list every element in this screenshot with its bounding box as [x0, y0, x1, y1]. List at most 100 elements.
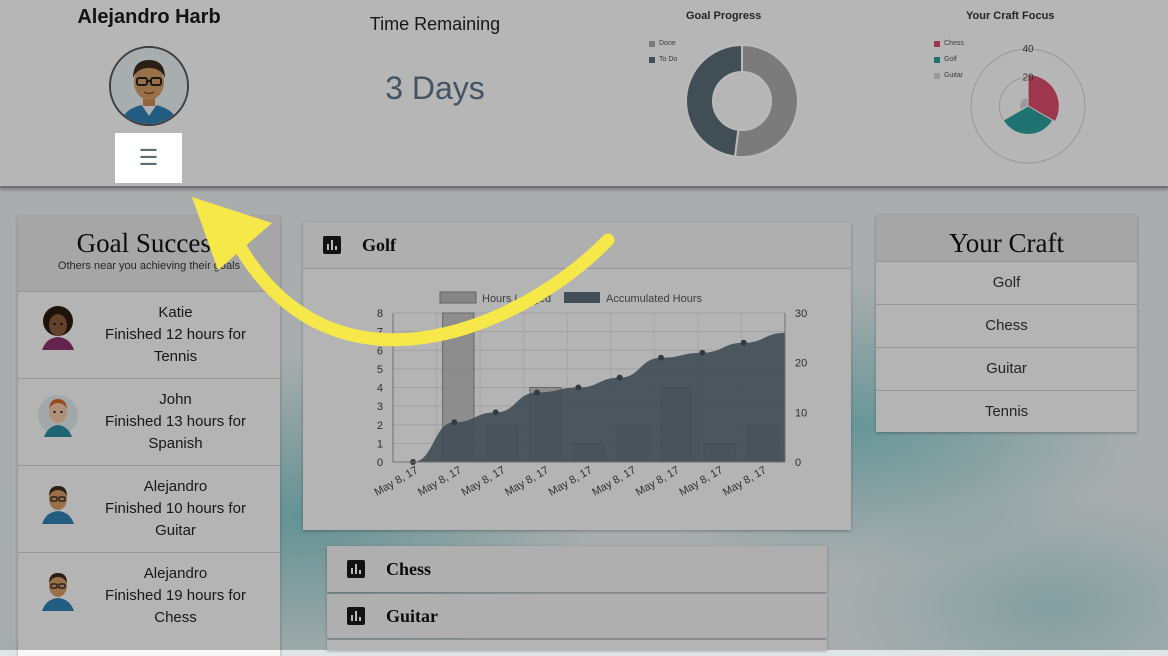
person-text: John Finished 13 hours for Spanish [88, 389, 263, 455]
y-left-tick-label: 8 [377, 308, 383, 320]
person-detail: Finished 19 hours for [105, 587, 246, 604]
goal-success-title: Goal Success [76, 228, 222, 258]
time-remaining-value: 3 Days [385, 70, 485, 106]
polar-tick-label: 20 [1022, 73, 1034, 84]
bar-chart-icon [347, 607, 365, 625]
guitar-panel[interactable]: Guitar [327, 594, 827, 638]
x-tick-label: May 8, 17 [547, 464, 595, 499]
legend-swatch [934, 40, 940, 47]
person-avatar [42, 486, 74, 524]
person-detail: Finished 12 hours for [105, 326, 246, 343]
person-name: Katie [158, 304, 193, 321]
person-text: Katie Finished 12 hours for Tennis [88, 302, 263, 368]
your-craft-header: Your Craft [876, 215, 1137, 261]
person-name: Alejandro [143, 565, 208, 582]
person-row[interactable]: Alejandro Finished 10 hours for Guitar [18, 465, 280, 552]
x-tick-label: May 8, 17 [460, 464, 508, 499]
person-detail: Finished 13 hours for [105, 413, 246, 430]
golf-panel-title: Golf [362, 234, 396, 255]
point-accumulated-hours [740, 339, 747, 346]
person-avatar [38, 395, 78, 437]
legend-done: Done [649, 40, 676, 47]
x-tick-label: May 8, 17 [590, 464, 638, 499]
legend-guitar: Guitar [934, 72, 963, 79]
legend-swatch [649, 40, 655, 47]
point-accumulated-hours [492, 409, 499, 416]
y-left-tick-label: 5 [377, 364, 383, 376]
person-craft: Tennis [153, 348, 198, 365]
point-accumulated-hours [699, 349, 706, 356]
point-accumulated-hours [616, 374, 623, 381]
point-accumulated-hours [451, 419, 458, 426]
legend-label-hours-logged: Hours Logged [482, 293, 551, 305]
donut-slice-to-do [685, 43, 743, 158]
legend-label: To Do [659, 56, 678, 63]
x-tick-label: May 8, 17 [372, 464, 420, 499]
x-tick-label: May 8, 17 [634, 464, 682, 499]
point-accumulated-hours [534, 389, 540, 396]
donut-slice-done [733, 43, 799, 158]
legend-chess: Chess [934, 40, 964, 47]
y-right-tick-label: 10 [795, 407, 807, 419]
craft-item-tennis[interactable]: Tennis [876, 390, 1137, 433]
craft-focus-polar-chart: 40 20 [970, 44, 1086, 164]
guitar-panel-header[interactable]: Guitar [327, 594, 827, 638]
person-row[interactable]: John Finished 13 hours for Spanish [18, 378, 280, 465]
bar-chart-icon [323, 236, 341, 254]
legend-label: Golf [944, 56, 957, 63]
golf-panel-header[interactable]: Golf [303, 222, 851, 269]
y-left-tick-label: 0 [377, 457, 383, 469]
your-craft-card: Your Craft Golf Chess Guitar Tennis [876, 215, 1137, 432]
person-row[interactable]: Katie Finished 12 hours for Tennis [18, 291, 280, 378]
goal-success-header: Goal Success Others near you achieving t… [18, 216, 280, 291]
person-avatar [42, 573, 74, 611]
legend-swatch [934, 56, 940, 63]
y-right-tick-label: 20 [795, 358, 807, 370]
bar-chart-icon [347, 560, 365, 578]
person-name: Alejandro [143, 478, 208, 495]
goal-progress-title: Goal Progress [686, 10, 762, 22]
user-avatar[interactable] [109, 46, 189, 126]
legend-label: Chess [944, 40, 964, 47]
y-left-tick-label: 7 [377, 327, 383, 339]
next-panel-edge [327, 640, 827, 650]
time-remaining-label: Time Remaining [369, 14, 501, 34]
legend-swatch-accumulated-hours [564, 292, 600, 303]
y-left-tick-label: 1 [377, 438, 383, 450]
person-name: John [159, 391, 192, 408]
y-left-tick-label: 3 [377, 401, 383, 413]
x-tick-label: May 8, 17 [503, 464, 551, 499]
y-left-tick-label: 2 [377, 420, 383, 432]
x-tick-label: May 8, 17 [721, 464, 769, 499]
y-right-tick-label: 30 [795, 308, 807, 320]
x-tick-label: May 8, 17 [677, 464, 725, 499]
chess-panel-header[interactable]: Chess [327, 546, 827, 592]
legend-golf: Golf [934, 56, 957, 63]
legend-todo: To Do [649, 56, 677, 63]
person-craft: Spanish [148, 435, 203, 452]
goal-success-subtitle: Others near you achieving their goals [57, 260, 241, 272]
person-text: Alejandro Finished 10 hours for Guitar [88, 476, 263, 542]
golf-panel: Golf Hours Logged Accumulated Hours 0 1 2 3 4 5… [303, 222, 851, 530]
person-detail: Finished 10 hours for [105, 500, 246, 517]
legend-swatch [934, 72, 940, 79]
person-craft: Guitar [155, 522, 196, 539]
point-accumulated-hours [658, 354, 664, 361]
craft-item-chess[interactable]: Chess [876, 304, 1137, 347]
point-accumulated-hours [575, 384, 582, 391]
polar-tick-label: 40 [1022, 44, 1034, 55]
y-left-tick-label: 4 [377, 383, 383, 395]
craft-focus-title: Your Craft Focus [966, 10, 1055, 22]
x-tick-label: May 8, 17 [416, 464, 464, 499]
legend-label: Done [659, 40, 676, 47]
golf-hours-chart: Hours Logged Accumulated Hours 0 1 2 3 4 5 6 7 8 0 1… [372, 291, 807, 499]
goal-success-card: Goal Success Others near you achieving t… [18, 216, 280, 656]
craft-item-guitar[interactable]: Guitar [876, 347, 1137, 390]
person-text: Alejandro Finished 19 hours for Chess [88, 563, 263, 629]
legend-swatch [649, 56, 655, 63]
chess-panel[interactable]: Chess [327, 546, 827, 592]
menu-button[interactable]: ☰ [115, 133, 182, 183]
y-left-tick-label: 6 [377, 345, 383, 357]
craft-item-golf[interactable]: Golf [876, 261, 1137, 304]
person-row[interactable]: Alejandro Finished 19 hours for Chess [18, 552, 280, 639]
